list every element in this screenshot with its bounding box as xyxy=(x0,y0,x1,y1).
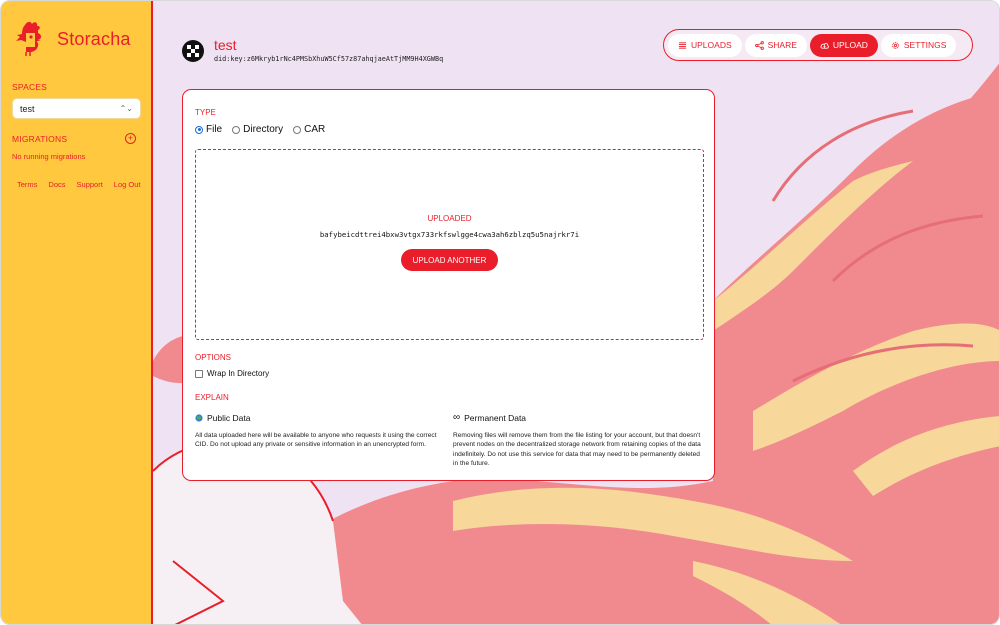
top-nav: Uploads Share Upload Settings xyxy=(663,29,973,61)
spaces-title: Spaces xyxy=(12,82,48,92)
app-window: Storacha Spaces test ⌃⌄ Migrations + No … xyxy=(0,0,1000,625)
nav-uploads-label: Uploads xyxy=(691,40,732,50)
radio-dot xyxy=(232,125,241,134)
radio-dot xyxy=(293,125,302,134)
rooster-logo-icon xyxy=(16,21,42,56)
brand-name: Storacha xyxy=(57,28,131,49)
chevron-updown-icon: ⌃⌄ xyxy=(119,104,133,113)
add-migration-icon[interactable]: + xyxy=(125,133,136,144)
wrap-in-directory-label: Wrap In Directory xyxy=(207,369,270,378)
space-header: test did:key:z6Mkryb1rNc4PMSbXhuW5Cf57z8… xyxy=(181,38,443,63)
space-did: did:key:z6Mkryb1rNc4PMSbXhuW5Cf57z87ahqj… xyxy=(214,55,444,63)
type-car-radio[interactable]: CAR xyxy=(293,124,325,135)
space-selector[interactable]: test ⌃⌄ xyxy=(12,98,141,119)
permanent-data-section: ∞ Permanent Data Removing files will rem… xyxy=(453,413,705,468)
nav-settings-button[interactable]: Settings xyxy=(880,33,957,57)
upload-card: Type File Directory CAR Uploaded bafybei… xyxy=(182,89,715,481)
nav-settings-label: Settings xyxy=(903,40,947,50)
space-selector-value: test xyxy=(20,103,35,114)
explain-title: Explain xyxy=(195,393,229,402)
nav-uploads-button[interactable]: Uploads xyxy=(668,33,742,57)
migrations-title: Migrations xyxy=(12,134,68,144)
type-directory-label: Directory xyxy=(243,124,284,135)
terms-link[interactable]: Terms xyxy=(17,180,37,189)
type-file-radio[interactable]: File xyxy=(195,124,222,135)
nav-share-label: Share xyxy=(767,40,797,50)
logout-link[interactable]: Log Out xyxy=(114,180,141,189)
support-link[interactable]: Support xyxy=(77,180,103,189)
globe-icon xyxy=(195,414,203,422)
permanent-data-body: Removing files will remove them from the… xyxy=(453,432,701,467)
space-name: test xyxy=(214,37,237,53)
public-data-body: All data uploaded here will be available… xyxy=(195,432,437,449)
type-title: Type xyxy=(195,108,216,117)
cloud-upload-icon xyxy=(820,42,829,49)
nav-upload-label: Upload xyxy=(832,40,868,50)
list-icon xyxy=(678,41,687,49)
type-file-label: File xyxy=(206,124,223,135)
type-directory-radio[interactable]: Directory xyxy=(232,124,283,135)
docs-link[interactable]: Docs xyxy=(48,180,65,189)
type-radio-group: File Directory CAR xyxy=(195,124,325,135)
upload-another-button[interactable]: Upload Another xyxy=(401,249,498,271)
wrap-in-directory-checkbox[interactable]: Wrap In Directory xyxy=(195,369,269,378)
footer-links: Terms Docs Support Log Out xyxy=(17,180,140,189)
uploaded-cid: bafybeicdttrei4bxw3vtgx733rkfswlgge4cwa3… xyxy=(319,230,580,239)
permanent-data-title: Permanent Data xyxy=(464,413,527,423)
brand[interactable]: Storacha xyxy=(11,19,131,59)
gear-icon xyxy=(892,41,899,49)
options-title: Options xyxy=(195,353,232,362)
migrations-empty-text: No running migrations xyxy=(12,152,86,161)
upload-dropzone[interactable]: Uploaded bafybeicdttrei4bxw3vtgx733rkfsw… xyxy=(195,149,704,340)
share-icon xyxy=(754,40,764,50)
infinity-icon: ∞ xyxy=(453,412,461,423)
public-data-section: Public Data All data uploaded here will … xyxy=(195,413,440,450)
sidebar: Storacha Spaces test ⌃⌄ Migrations + No … xyxy=(1,1,153,624)
checkbox-box xyxy=(195,369,203,378)
radio-dot xyxy=(195,125,203,134)
space-avatar-icon xyxy=(182,39,204,62)
public-data-title: Public Data xyxy=(207,413,251,423)
main-area: test did:key:z6Mkryb1rNc4PMSbXhuW5Cf57z8… xyxy=(153,1,999,624)
type-car-label: CAR xyxy=(304,124,326,135)
uploaded-label: Uploaded xyxy=(427,214,472,223)
nav-share-button[interactable]: Share xyxy=(744,33,807,57)
nav-upload-button[interactable]: Upload xyxy=(809,33,878,57)
